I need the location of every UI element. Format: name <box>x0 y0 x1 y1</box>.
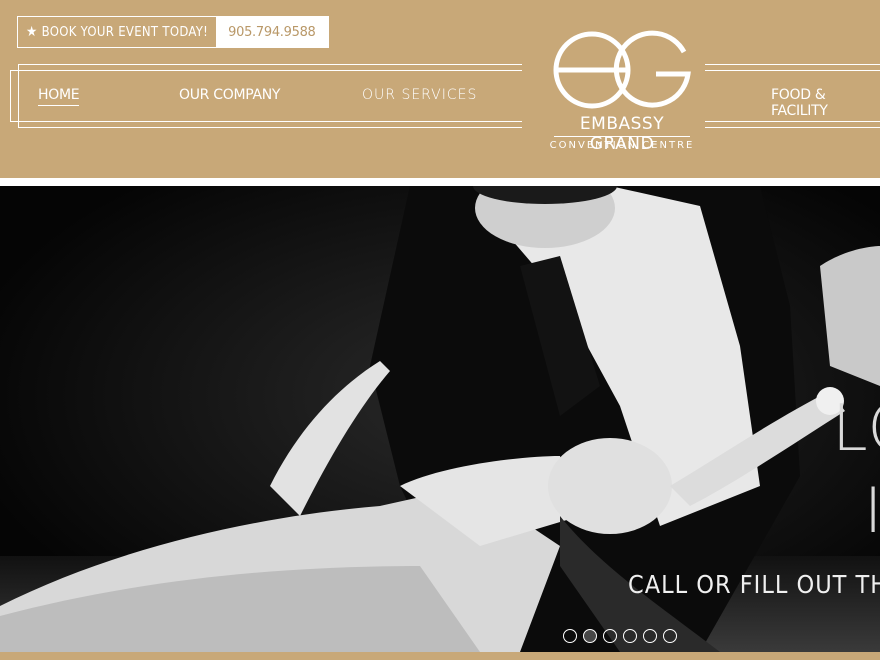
slide-dot[interactable] <box>643 629 657 643</box>
book-event-label: BOOK YOUR EVENT TODAY! <box>41 24 209 40</box>
slide-dot[interactable] <box>603 629 617 643</box>
nav-our-services[interactable]: OUR SERVICES <box>362 87 477 103</box>
slide-dot[interactable] <box>663 629 677 643</box>
nav-our-company[interactable]: OUR COMPANY <box>179 87 280 103</box>
logo-subtitle: CONVENTION CENTRE <box>549 140 695 151</box>
hero-subheadline: I <box>864 474 880 547</box>
site-header: ★ BOOK YOUR EVENT TODAY! 905.794.9588 HO… <box>0 0 880 178</box>
embassy-grand-logo[interactable]: EMBASSY GRAND CONVENTION CENTRE <box>548 30 696 158</box>
header-divider <box>0 178 880 186</box>
slide-dot[interactable] <box>583 629 597 643</box>
star-icon: ★ <box>26 24 38 40</box>
hero-headline: LO <box>832 392 880 466</box>
book-event-button[interactable]: ★ BOOK YOUR EVENT TODAY! <box>18 17 216 47</box>
hero-cta-text: CALL OR FILL OUT THE <box>628 570 880 599</box>
footer-strip <box>0 652 880 660</box>
book-event-bar: ★ BOOK YOUR EVENT TODAY! 905.794.9588 <box>17 16 329 48</box>
nav-food-facility[interactable]: FOOD & FACILITY <box>771 87 880 119</box>
eg-monogram-icon <box>553 30 691 109</box>
slide-dot[interactable] <box>623 629 637 643</box>
nav-home[interactable]: HOME <box>38 87 80 106</box>
slider-pagination <box>563 629 677 643</box>
phone-number[interactable]: 905.794.9588 <box>216 17 328 47</box>
hero-slider[interactable]: LO I CALL OR FILL OUT THE <box>0 186 880 652</box>
slide-dot[interactable] <box>563 629 577 643</box>
